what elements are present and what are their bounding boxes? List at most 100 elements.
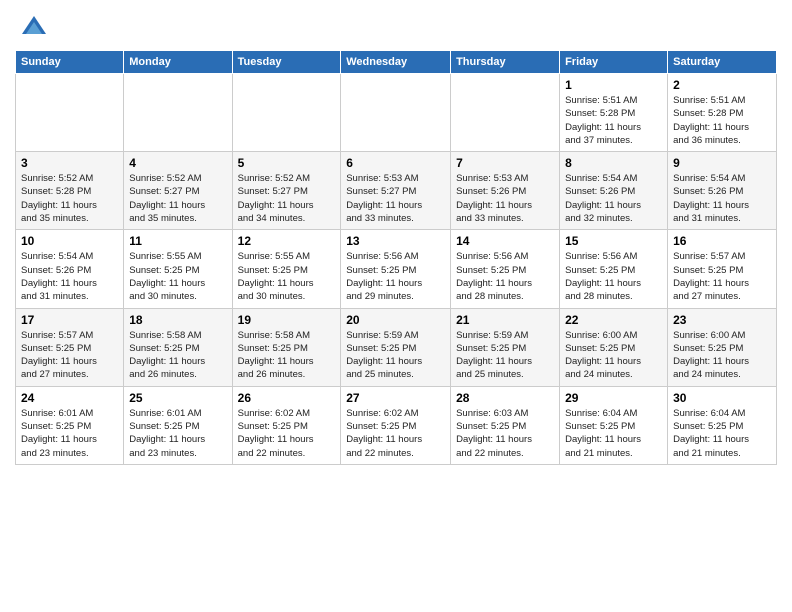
calendar-cell: 29 Sunrise: 6:04 AM Sunset: 5:25 PM Dayli… (560, 386, 668, 464)
day-number: 27 (346, 391, 445, 405)
calendar-cell: 14 Sunrise: 5:56 AM Sunset: 5:25 PM Dayli… (451, 230, 560, 308)
day-info: Sunrise: 5:52 AM Sunset: 5:27 PM Dayligh… (129, 172, 226, 225)
day-number: 9 (673, 156, 771, 170)
day-info: Sunrise: 5:59 AM Sunset: 5:25 PM Dayligh… (456, 329, 554, 382)
day-info: Sunrise: 5:57 AM Sunset: 5:25 PM Dayligh… (673, 250, 771, 303)
calendar-cell: 28 Sunrise: 6:03 AM Sunset: 5:25 PM Dayli… (451, 386, 560, 464)
calendar-cell: 23 Sunrise: 6:00 AM Sunset: 5:25 PM Dayli… (668, 308, 777, 386)
calendar-cell: 1 Sunrise: 5:51 AM Sunset: 5:28 PM Daylig… (560, 74, 668, 152)
calendar-cell: 24 Sunrise: 6:01 AM Sunset: 5:25 PM Dayli… (16, 386, 124, 464)
calendar-cell: 17 Sunrise: 5:57 AM Sunset: 5:25 PM Dayli… (16, 308, 124, 386)
day-info: Sunrise: 5:54 AM Sunset: 5:26 PM Dayligh… (21, 250, 118, 303)
calendar-cell: 20 Sunrise: 5:59 AM Sunset: 5:25 PM Dayli… (341, 308, 451, 386)
calendar-cell: 22 Sunrise: 6:00 AM Sunset: 5:25 PM Dayli… (560, 308, 668, 386)
calendar-cell: 5 Sunrise: 5:52 AM Sunset: 5:27 PM Daylig… (232, 152, 341, 230)
calendar-cell (124, 74, 232, 152)
day-info: Sunrise: 6:00 AM Sunset: 5:25 PM Dayligh… (565, 329, 662, 382)
calendar-cell: 13Sunrise: 5:56 AM Sunset: 5:25 PM Dayli… (341, 230, 451, 308)
day-info: Sunrise: 5:51 AM Sunset: 5:28 PM Dayligh… (565, 94, 662, 147)
day-info: Sunrise: 6:03 AM Sunset: 5:25 PM Dayligh… (456, 407, 554, 460)
day-info: Sunrise: 5:55 AM Sunset: 5:25 PM Dayligh… (238, 250, 336, 303)
day-info: Sunrise: 5:58 AM Sunset: 5:25 PM Dayligh… (129, 329, 226, 382)
day-number: 14 (456, 234, 554, 248)
day-info: Sunrise: 5:53 AM Sunset: 5:26 PM Dayligh… (456, 172, 554, 225)
weekday-header-monday: Monday (124, 51, 232, 74)
calendar-cell: 27 Sunrise: 6:02 AM Sunset: 5:25 PM Dayli… (341, 386, 451, 464)
calendar-table: SundayMondayTuesdayWednesdayThursdayFrid… (15, 50, 777, 465)
weekday-header-thursday: Thursday (451, 51, 560, 74)
day-info: Sunrise: 5:57 AM Sunset: 5:25 PM Dayligh… (21, 329, 118, 382)
day-number: 29 (565, 391, 662, 405)
day-info: Sunrise: 5:52 AM Sunset: 5:27 PM Dayligh… (238, 172, 336, 225)
day-number: 26 (238, 391, 336, 405)
day-info: Sunrise: 6:02 AM Sunset: 5:25 PM Dayligh… (238, 407, 336, 460)
day-number: 30 (673, 391, 771, 405)
day-number: 28 (456, 391, 554, 405)
calendar-cell: 9 Sunrise: 5:54 AM Sunset: 5:26 PM Daylig… (668, 152, 777, 230)
calendar-cell (451, 74, 560, 152)
day-info: Sunrise: 5:51 AM Sunset: 5:28 PM Dayligh… (673, 94, 771, 147)
day-info: Sunrise: 5:59 AM Sunset: 5:25 PM Dayligh… (346, 329, 445, 382)
day-info: Sunrise: 5:56 AM Sunset: 5:25 PM Dayligh… (456, 250, 554, 303)
weekday-header-wednesday: Wednesday (341, 51, 451, 74)
calendar-cell: 25Sunrise: 6:01 AM Sunset: 5:25 PM Dayli… (124, 386, 232, 464)
day-info: Sunrise: 5:56 AM Sunset: 5:25 PM Dayligh… (565, 250, 662, 303)
day-number: 22 (565, 313, 662, 327)
day-number: 4 (129, 156, 226, 170)
day-number: 10 (21, 234, 118, 248)
day-number: 19 (238, 313, 336, 327)
calendar-cell: 21 Sunrise: 5:59 AM Sunset: 5:25 PM Dayli… (451, 308, 560, 386)
calendar-cell: 16 Sunrise: 5:57 AM Sunset: 5:25 PM Dayli… (668, 230, 777, 308)
calendar-cell: 11Sunrise: 5:55 AM Sunset: 5:25 PM Dayli… (124, 230, 232, 308)
calendar-cell (341, 74, 451, 152)
day-number: 16 (673, 234, 771, 248)
calendar-cell: 8 Sunrise: 5:54 AM Sunset: 5:26 PM Daylig… (560, 152, 668, 230)
day-number: 23 (673, 313, 771, 327)
day-info: Sunrise: 5:56 AM Sunset: 5:25 PM Dayligh… (346, 250, 445, 303)
day-info: Sunrise: 6:04 AM Sunset: 5:25 PM Dayligh… (565, 407, 662, 460)
weekday-header-tuesday: Tuesday (232, 51, 341, 74)
calendar-cell: 12 Sunrise: 5:55 AM Sunset: 5:25 PM Dayli… (232, 230, 341, 308)
calendar-cell: 26 Sunrise: 6:02 AM Sunset: 5:25 PM Dayli… (232, 386, 341, 464)
calendar-cell: 4 Sunrise: 5:52 AM Sunset: 5:27 PM Daylig… (124, 152, 232, 230)
weekday-header-sunday: Sunday (16, 51, 124, 74)
calendar-cell: 19 Sunrise: 5:58 AM Sunset: 5:25 PM Dayli… (232, 308, 341, 386)
logo-icon (20, 14, 48, 42)
day-number: 2 (673, 78, 771, 92)
day-number: 18 (129, 313, 226, 327)
day-info: Sunrise: 5:52 AM Sunset: 5:28 PM Dayligh… (21, 172, 118, 225)
day-info: Sunrise: 6:01 AM Sunset: 5:25 PM Dayligh… (21, 407, 118, 460)
weekday-header-saturday: Saturday (668, 51, 777, 74)
calendar-cell: 2 Sunrise: 5:51 AM Sunset: 5:28 PM Daylig… (668, 74, 777, 152)
day-number: 20 (346, 313, 445, 327)
day-info: Sunrise: 6:02 AM Sunset: 5:25 PM Dayligh… (346, 407, 445, 460)
calendar-cell: 3 Sunrise: 5:52 AM Sunset: 5:28 PM Daylig… (16, 152, 124, 230)
day-number: 12 (238, 234, 336, 248)
calendar-cell (16, 74, 124, 152)
day-info: Sunrise: 5:54 AM Sunset: 5:26 PM Dayligh… (565, 172, 662, 225)
day-number: 24 (21, 391, 118, 405)
weekday-header-friday: Friday (560, 51, 668, 74)
day-number: 15 (565, 234, 662, 248)
day-number: 7 (456, 156, 554, 170)
day-number: 3 (21, 156, 118, 170)
page: SundayMondayTuesdayWednesdayThursdayFrid… (0, 0, 792, 612)
day-number: 1 (565, 78, 662, 92)
day-info: Sunrise: 5:58 AM Sunset: 5:25 PM Dayligh… (238, 329, 336, 382)
day-number: 6 (346, 156, 445, 170)
calendar-cell: 18 Sunrise: 5:58 AM Sunset: 5:25 PM Dayli… (124, 308, 232, 386)
day-info: Sunrise: 5:55 AM Sunset: 5:25 PM Dayligh… (129, 250, 226, 303)
day-info: Sunrise: 6:00 AM Sunset: 5:25 PM Dayligh… (673, 329, 771, 382)
day-info: Sunrise: 6:01 AM Sunset: 5:25 PM Dayligh… (129, 407, 226, 460)
day-number: 8 (565, 156, 662, 170)
logo (15, 14, 48, 42)
day-number: 17 (21, 313, 118, 327)
day-number: 5 (238, 156, 336, 170)
day-number: 21 (456, 313, 554, 327)
calendar-cell: 7 Sunrise: 5:53 AM Sunset: 5:26 PM Daylig… (451, 152, 560, 230)
calendar-cell: 15 Sunrise: 5:56 AM Sunset: 5:25 PM Dayli… (560, 230, 668, 308)
day-info: Sunrise: 6:04 AM Sunset: 5:25 PM Dayligh… (673, 407, 771, 460)
calendar-cell: 6Sunrise: 5:53 AM Sunset: 5:27 PM Daylig… (341, 152, 451, 230)
header (15, 10, 777, 42)
day-info: Sunrise: 5:54 AM Sunset: 5:26 PM Dayligh… (673, 172, 771, 225)
